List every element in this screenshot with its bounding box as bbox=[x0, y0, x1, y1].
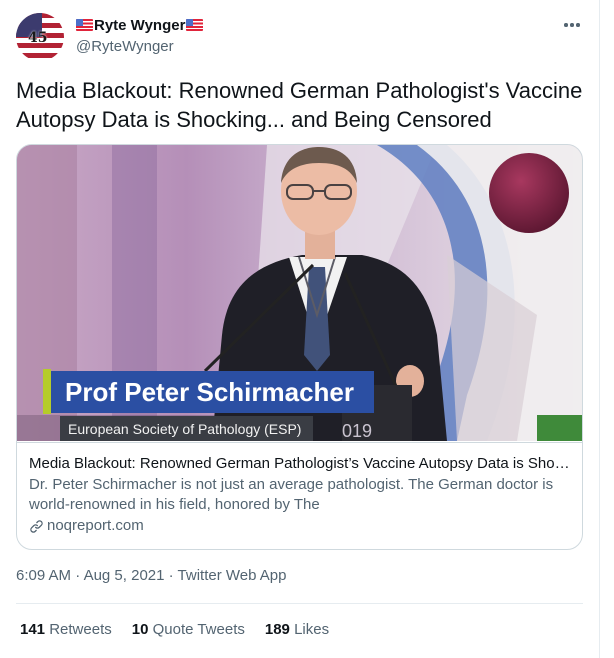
avatar[interactable]: 45 bbox=[16, 13, 64, 61]
tweet-date: Aug 5, 2021 bbox=[83, 567, 165, 584]
quote-tweets-label: Quote Tweets bbox=[152, 621, 245, 638]
card-domain-row: noqreport.com bbox=[29, 516, 570, 536]
tweet-meta: 6:09 AM · Aug 5, 2021 · Twitter Web App bbox=[16, 567, 286, 584]
meta-separator: · bbox=[71, 567, 84, 584]
tweet-container: 45 Ryte Wynger @RyteWynger Media Blackou… bbox=[0, 0, 600, 658]
tweet-time-link[interactable]: 6:09 AM · Aug 5, 2021 bbox=[16, 567, 164, 584]
card-domain: noqreport.com bbox=[47, 517, 144, 534]
us-flag-icon bbox=[186, 19, 204, 31]
likes-stat[interactable]: 189 Likes bbox=[265, 621, 329, 638]
overlay-speaker-name: Prof Peter Schirmacher bbox=[51, 370, 375, 413]
tweet-source-link[interactable]: Twitter Web App bbox=[178, 567, 287, 584]
overlay-organization: European Society of Pathology (ESP) bbox=[60, 416, 314, 441]
retweets-count: 141 bbox=[20, 621, 50, 638]
user-info[interactable]: Ryte Wynger @RyteWynger bbox=[76, 15, 204, 55]
tweet-time: 6:09 AM bbox=[16, 567, 72, 584]
avatar-badge: 45 bbox=[28, 30, 48, 46]
user-handle[interactable]: @RyteWynger bbox=[76, 38, 203, 55]
name-overlay: Prof Peter Schirmacher bbox=[43, 369, 375, 414]
tweet-text: Media Blackout: Renowned German Patholog… bbox=[16, 78, 583, 132]
dot bbox=[570, 23, 574, 27]
quote-tweets-stat[interactable]: 10 Quote Tweets bbox=[132, 621, 245, 638]
link-icon bbox=[30, 519, 43, 533]
divider bbox=[16, 603, 583, 604]
overlay-accent-bar bbox=[43, 369, 51, 414]
dot bbox=[564, 23, 568, 27]
dot bbox=[576, 23, 580, 27]
quote-tweets-count: 10 bbox=[131, 621, 153, 638]
us-flag-icon bbox=[76, 19, 93, 31]
more-options-icon[interactable] bbox=[562, 15, 582, 35]
link-card[interactable]: 019 Prof Peter Schirmacher European Soci… bbox=[16, 144, 583, 550]
retweets-label: Retweets bbox=[49, 621, 112, 638]
card-description: Dr. Peter Schirmacher is not just an ave… bbox=[29, 476, 554, 513]
engagement-stats: 141 Retweets 10 Quote Tweets 189 Likes bbox=[20, 621, 349, 638]
likes-count: 189 bbox=[264, 621, 295, 638]
card-info[interactable]: Media Blackout: Renowned German Patholog… bbox=[17, 442, 582, 549]
card-image[interactable]: 019 Prof Peter Schirmacher European Soci… bbox=[17, 145, 582, 441]
display-name[interactable]: Ryte Wynger bbox=[94, 17, 185, 34]
likes-label: Likes bbox=[294, 621, 330, 638]
card-title: Media Blackout: Renowned German Patholog… bbox=[29, 455, 570, 472]
svg-text:019: 019 bbox=[342, 421, 372, 441]
name-row: Ryte Wynger bbox=[76, 15, 204, 35]
retweets-stat[interactable]: 141 Retweets bbox=[20, 621, 112, 638]
meta-separator: · bbox=[164, 567, 178, 584]
